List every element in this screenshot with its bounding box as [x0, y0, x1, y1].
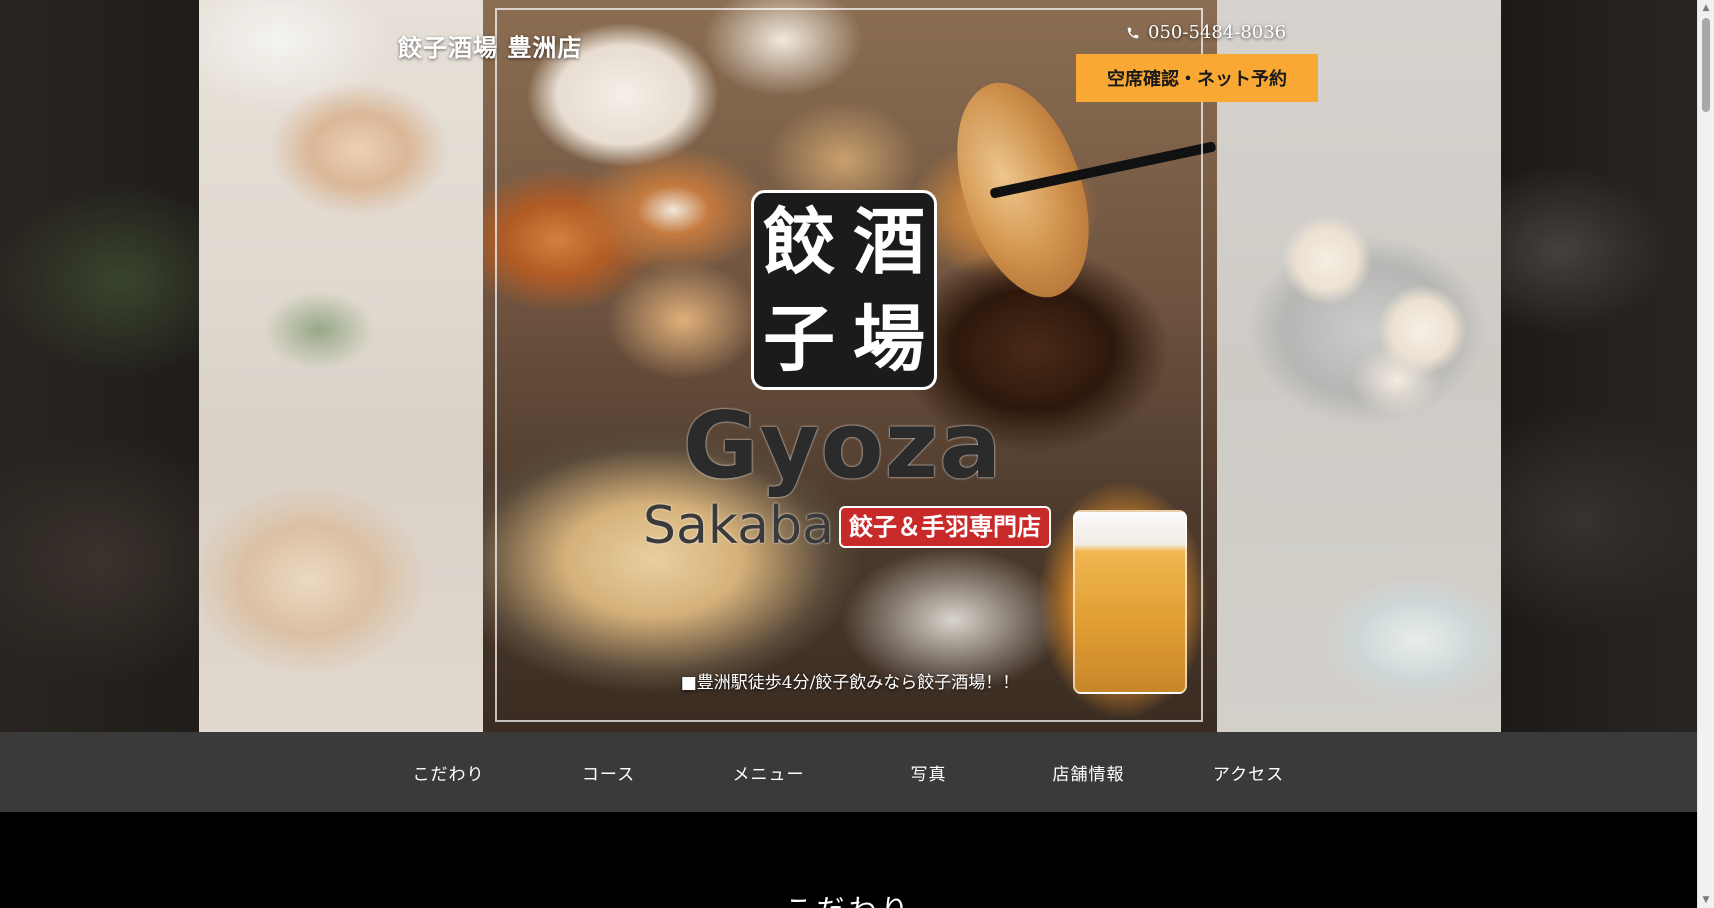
specialty-badge: 餃子＆手羽専門店 — [839, 506, 1051, 549]
nav-item-photos[interactable]: 写真 — [849, 760, 1009, 785]
section-title: こだわり — [0, 888, 1697, 908]
phone-link[interactable]: 050-5484-8036 — [1126, 22, 1286, 43]
phone-icon — [1126, 26, 1140, 40]
logo-char: 餃 — [762, 198, 835, 284]
shop-name[interactable]: 餃子酒場 豊洲店 — [398, 28, 582, 63]
logo-char: 場 — [852, 295, 925, 381]
page: 餃 酒 子 場 Gyoza Sakaba 餃子＆手羽専門店 ■豊洲駅徒歩4分/餃… — [0, 0, 1714, 908]
logo-char: 酒 — [852, 198, 925, 284]
nav-item-menu[interactable]: メニュー — [689, 760, 849, 785]
brand-logo: 餃 酒 子 場 — [751, 190, 937, 390]
hero-tagline: ■豊洲駅徒歩4分/餃子飲みなら餃子酒場！！ — [680, 673, 1020, 693]
reserve-button[interactable]: 空席確認・ネット予約 — [1076, 54, 1318, 102]
kodawari-section: こだわり — [0, 812, 1697, 908]
phone-number: 050-5484-8036 — [1148, 22, 1287, 43]
nav-list: こだわり コース メニュー 写真 店舗情報 アクセス — [369, 760, 1329, 785]
food-image-left — [199, 0, 483, 732]
logo-char: 子 — [762, 295, 835, 381]
food-image-right — [1217, 0, 1501, 732]
hero-image: 餃 酒 子 場 Gyoza Sakaba 餃子＆手羽専門店 ■豊洲駅徒歩4分/餃… — [199, 0, 1501, 732]
brand-subname: Sakaba — [643, 496, 834, 556]
scroll-up-icon[interactable]: ▲ — [1698, 0, 1714, 16]
nav-item-kodawari[interactable]: こだわり — [369, 760, 529, 785]
beer-image — [1073, 510, 1187, 694]
hero: 餃 酒 子 場 Gyoza Sakaba 餃子＆手羽専門店 ■豊洲駅徒歩4分/餃… — [0, 0, 1697, 732]
main-nav: こだわり コース メニュー 写真 店舗情報 アクセス — [0, 732, 1697, 812]
scrollbar-thumb[interactable] — [1702, 18, 1710, 112]
nav-item-course[interactable]: コース — [529, 760, 689, 785]
vertical-scrollbar[interactable]: ▲ ▼ — [1697, 0, 1714, 908]
hero-poster: 餃 酒 子 場 Gyoza Sakaba 餃子＆手羽専門店 — [483, 0, 1217, 732]
nav-item-store-info[interactable]: 店舗情報 — [1009, 760, 1169, 785]
scroll-down-icon[interactable]: ▼ — [1698, 892, 1714, 908]
nav-item-access[interactable]: アクセス — [1169, 760, 1329, 785]
brand-name: Gyoza — [683, 392, 1003, 499]
